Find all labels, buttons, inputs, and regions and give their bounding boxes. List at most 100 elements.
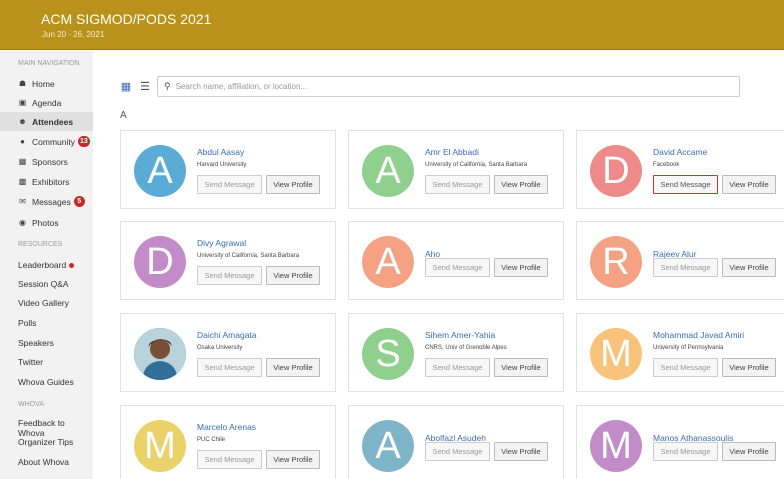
send-message-button[interactable]: Send Message [425, 358, 490, 377]
avatar[interactable]: M [590, 328, 642, 380]
attendee-affiliation: University of California, Santa Barbara [197, 253, 300, 259]
grid-view-icon[interactable]: ▦ [119, 80, 133, 94]
attendee-affiliation: University of Pennsylvania [653, 345, 724, 351]
attendee-card: A Abdul Aasay Harvard University Send Messa… [120, 130, 336, 209]
send-message-button[interactable]: Send Message [425, 258, 490, 277]
view-profile-button[interactable]: View Profile [266, 450, 320, 469]
attendee-name[interactable]: Amr El Abbadi [425, 147, 479, 157]
sidebar-item-messages[interactable]: ✉ Messages 5 [9, 192, 93, 211]
sidebar-item-attendees[interactable]: ☻ Attendees [0, 112, 93, 131]
sidebar-item-speakers[interactable]: Speakers [18, 338, 54, 348]
send-message-button[interactable]: Send Message [653, 358, 718, 377]
attendee-affiliation: Osaka University [197, 345, 243, 351]
sidebar-item-twitter[interactable]: Twitter [18, 357, 43, 367]
send-message-button[interactable]: Send Message [425, 175, 490, 194]
event-title: ACM SIGMOD/PODS 2021 [41, 11, 212, 27]
view-profile-button[interactable]: View Profile [722, 258, 776, 277]
event-dates: Jun 20 - 26, 2021 [42, 30, 105, 39]
search-input[interactable] [175, 82, 716, 91]
attendee-card: A Aho Send Message View Profile [348, 221, 564, 300]
view-profile-button[interactable]: View Profile [266, 266, 320, 285]
profile-photo-icon [134, 328, 186, 380]
send-message-button[interactable]: Send Message [653, 442, 718, 461]
attendee-name[interactable]: Daichi Amagata [197, 330, 257, 340]
attendee-name[interactable]: Abdul Aasay [197, 147, 244, 157]
home-icon: ☗ [18, 79, 27, 88]
resources-heading: RESOURCES [18, 241, 63, 248]
attendee-name[interactable]: Sihem Amer-Yahia [425, 330, 495, 340]
attendee-card: A Abolfazl Asudeh Send Message View Profile [348, 405, 564, 479]
view-profile-button[interactable]: View Profile [266, 175, 320, 194]
calendar-icon: ▣ [18, 98, 27, 107]
sidebar-item-about-whova[interactable]: About Whova [18, 457, 69, 467]
avatar[interactable]: A [362, 145, 414, 197]
avatar[interactable]: S [362, 328, 414, 380]
attendee-card: D Divy Agrawal University of California, S… [120, 221, 336, 300]
attendee-name[interactable]: Marcelo Arenas [197, 422, 256, 432]
section-letter: A [120, 110, 127, 121]
attendee-name[interactable]: Mohammad Javad Amiri [653, 330, 744, 340]
sidebar-item-video-gallery[interactable]: Video Gallery [18, 298, 69, 308]
sidebar-item-organizer-tips[interactable]: Organizer Tips [18, 437, 73, 447]
sidebar-item-exhibitors[interactable]: ▩ Exhibitors [9, 172, 93, 191]
view-profile-button[interactable]: View Profile [494, 175, 548, 194]
view-profile-button[interactable]: View Profile [266, 358, 320, 377]
send-message-button[interactable]: Send Message [197, 450, 262, 469]
send-message-button[interactable]: Send Message [197, 358, 262, 377]
send-message-button[interactable]: Send Message [197, 266, 262, 285]
people-icon: ☻ [18, 117, 27, 126]
attendee-affiliation: Harvard University [197, 162, 247, 168]
sidebar-item-agenda[interactable]: ▣ Agenda [9, 93, 93, 112]
avatar[interactable] [134, 328, 186, 380]
sidebar-item-leaderboard[interactable]: Leaderboard [18, 260, 75, 270]
leaderboard-dot [69, 263, 75, 268]
attendee-affiliation: University of California, Santa Barbara [425, 162, 528, 168]
sidebar-item-photos[interactable]: ◉ Photos [9, 213, 93, 232]
avatar[interactable]: A [362, 420, 414, 472]
view-profile-button[interactable]: View Profile [494, 258, 548, 277]
sidebar-item-home[interactable]: ☗ Home [9, 74, 93, 93]
send-message-button[interactable]: Send Message [653, 175, 718, 194]
sidebar-item-session-qa[interactable]: Session Q&A [18, 279, 69, 289]
view-profile-button[interactable]: View Profile [494, 358, 548, 377]
send-message-button[interactable]: Send Message [425, 442, 490, 461]
building-icon: ▩ [18, 177, 27, 186]
attendee-card: A Amr El Abbadi University of California, … [348, 130, 564, 209]
envelope-icon: ✉ [19, 197, 26, 206]
view-profile-button[interactable]: View Profile [722, 442, 776, 461]
avatar[interactable]: D [590, 145, 642, 197]
attendee-card: R Rajeev Alur Send Message View Profile [576, 221, 784, 300]
view-profile-button[interactable]: View Profile [722, 358, 776, 377]
sponsor-icon: ▦ [18, 157, 27, 166]
view-profile-button[interactable]: View Profile [494, 442, 548, 461]
attendee-card: D David Accame Facebook Send Message View Pr… [576, 130, 784, 209]
sidebar-item-sponsors[interactable]: ▦ Sponsors [9, 152, 93, 171]
search-icon: ⚲ [164, 81, 171, 91]
attendee-card: M Mohammad Javad Amiri University of Penns… [576, 313, 784, 392]
sidebar-item-community[interactable]: ● Community 13 [9, 132, 93, 151]
attendee-name[interactable]: Divy Agrawal [197, 238, 246, 248]
attendee-card: M Marcelo Arenas PUC Chile Send Message View… [120, 405, 336, 479]
sidebar: MAIN NAVIGATION ☗ Home ▣ Agenda ☻ Attend… [0, 51, 93, 479]
camera-icon: ◉ [19, 218, 26, 227]
attendee-card: M Manos Athanassoulis Send Message View Pro… [576, 405, 784, 479]
attendee-affiliation: Facebook [653, 162, 680, 168]
whova-heading: WHOVA [18, 401, 44, 408]
view-profile-button[interactable]: View Profile [722, 175, 776, 194]
list-view-icon[interactable]: ☰ [138, 80, 152, 94]
avatar[interactable]: D [134, 236, 186, 288]
community-badge: 13 [77, 136, 90, 147]
avatar[interactable]: A [362, 236, 414, 288]
avatar[interactable]: M [590, 420, 642, 472]
send-message-button[interactable]: Send Message [197, 175, 262, 194]
avatar[interactable]: M [134, 420, 186, 472]
sidebar-item-feedback[interactable]: Feedback to Whova [18, 418, 93, 438]
send-message-button[interactable]: Send Message [653, 258, 718, 277]
app-header: ACM SIGMOD/PODS 2021 Jun 20 - 26, 2021 [0, 0, 784, 50]
sidebar-item-whova-guides[interactable]: Whova Guides [18, 377, 74, 387]
attendee-name[interactable]: David Accame [653, 147, 707, 157]
sidebar-item-polls[interactable]: Polls [18, 318, 36, 328]
avatar[interactable]: R [590, 236, 642, 288]
avatar[interactable]: A [134, 145, 186, 197]
chat-icon: ● [20, 137, 25, 146]
